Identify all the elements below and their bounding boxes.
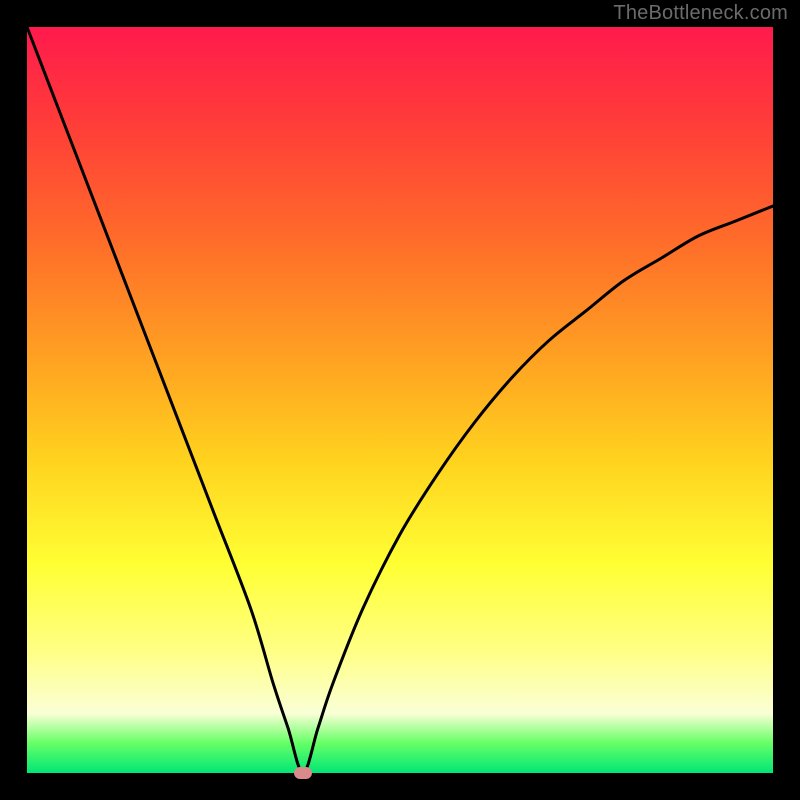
optimal-marker xyxy=(294,767,312,779)
bottleneck-curve xyxy=(27,27,773,773)
watermark-text: TheBottleneck.com xyxy=(613,2,788,25)
chart-frame: TheBottleneck.com xyxy=(0,0,800,800)
plot-area xyxy=(27,27,773,773)
